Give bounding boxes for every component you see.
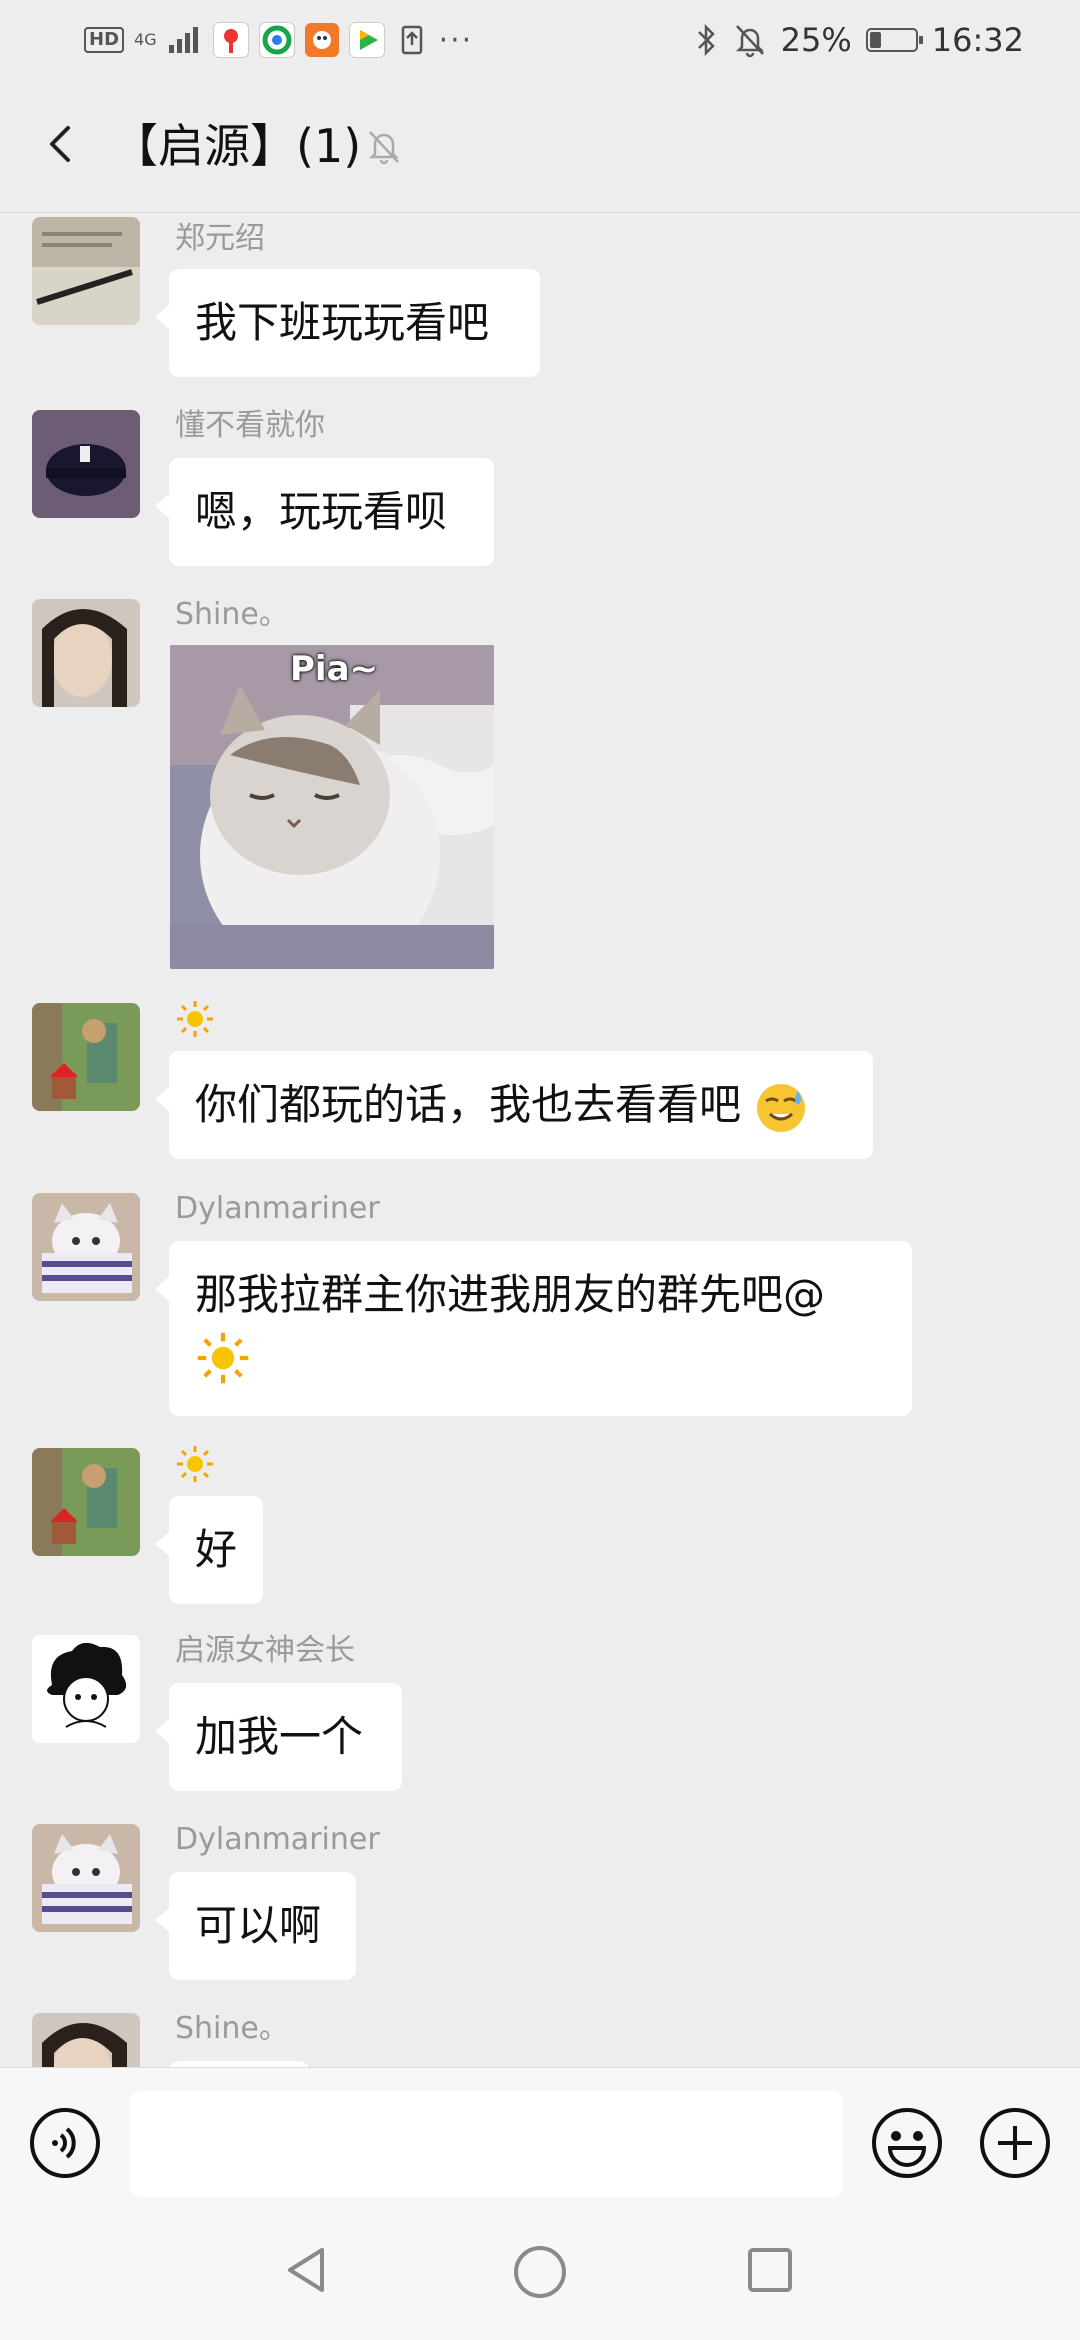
- status-left: HD 4G ···: [84, 20, 473, 60]
- message-bubble[interactable]: 我下班玩玩看吧: [155, 269, 540, 377]
- avatar[interactable]: [32, 1448, 140, 1556]
- triangle-back-icon[interactable]: [282, 2244, 334, 2296]
- hd-badge: HD: [84, 27, 125, 53]
- status-bar: HD 4G ··· 25% 16:32: [0, 0, 1080, 80]
- message-bubble[interactable]: 加我一个: [155, 1683, 402, 1791]
- more-notifications-icon: ···: [438, 22, 474, 58]
- voice-icon[interactable]: [28, 2106, 102, 2180]
- sender-name: 启源女神会长: [175, 1633, 355, 1668]
- message-text: 我下班玩玩看吧: [195, 298, 490, 347]
- chat-header: 【启源】(1): [0, 80, 1080, 213]
- game-app-icon: [304, 23, 339, 57]
- video-app-icon: [348, 22, 385, 58]
- square-recent-icon[interactable]: [746, 2246, 794, 2294]
- battery-icon: [865, 28, 923, 52]
- maps-app-icon: [212, 22, 249, 58]
- chevron-left-icon[interactable]: [32, 114, 92, 174]
- sticker-caption: Pia~: [290, 649, 379, 689]
- sender-name: Shine。: [175, 2011, 289, 2046]
- circle-home-icon[interactable]: [512, 2244, 568, 2300]
- bell-off-icon: [368, 131, 400, 165]
- chat-title[interactable]: 【启源】(1): [112, 116, 361, 176]
- bluetooth-icon: [697, 23, 715, 57]
- message-text: 好: [195, 1525, 238, 1574]
- avatar[interactable]: [32, 599, 140, 707]
- sender-name: Dylanmariner: [175, 1191, 380, 1226]
- message-text: 嗯，玩玩看呗: [195, 487, 448, 536]
- avatar[interactable]: [32, 410, 140, 518]
- message-bubble[interactable]: 你们都玩的话，我也去看看吧: [155, 1051, 873, 1159]
- message-text: 你们都玩的话，我也去看看吧: [195, 1080, 742, 1129]
- sweat-smile-emoji-icon: [757, 1083, 806, 1132]
- message-bubble[interactable]: 那我拉群主你进我朋友的群先吧@: [155, 1241, 912, 1416]
- sun-icon: [197, 1332, 249, 1383]
- browser-app-icon: [258, 22, 295, 58]
- input-bar: [0, 2067, 1080, 2205]
- message-text: 加我一个: [195, 1712, 364, 1761]
- message-bubble[interactable]: 嗯，玩玩看呗: [155, 458, 494, 566]
- avatar[interactable]: [32, 1193, 140, 1301]
- avatar[interactable]: [32, 217, 140, 325]
- avatar[interactable]: [32, 1003, 140, 1111]
- message-bubble[interactable]: 好: [155, 1496, 263, 1604]
- silent-bell-icon: [735, 25, 764, 58]
- message-input[interactable]: [130, 2091, 842, 2197]
- sender-name: 懂不看就你: [175, 408, 325, 443]
- message-list[interactable]: 郑元绍 我下班玩玩看吧 懂不看就你 嗯，玩玩看呗 Shine。 Pia~ 你们都…: [0, 213, 1080, 2067]
- network-badge: 4G: [134, 30, 157, 49]
- avatar[interactable]: [32, 1824, 140, 1932]
- sender-name: 郑元绍: [175, 221, 265, 256]
- avatar[interactable]: [32, 1635, 140, 1743]
- smiley-icon[interactable]: [870, 2106, 944, 2180]
- message-text: 那我拉群主你进我朋友的群先吧@: [195, 1270, 826, 1319]
- system-nav-bar: [0, 2204, 1080, 2340]
- sender-name: Dylanmariner: [175, 1822, 380, 1857]
- sticker-image[interactable]: Pia~: [170, 645, 494, 969]
- clock: 16:32: [931, 21, 1024, 59]
- signal-icon: [168, 27, 198, 53]
- battery-percent: 25%: [780, 21, 852, 59]
- avatar[interactable]: [32, 2013, 140, 2067]
- upload-icon: [395, 23, 429, 57]
- message-text: 可以啊: [195, 1901, 322, 1950]
- sun-icon: [177, 1446, 213, 1482]
- sender-name: Shine。: [175, 597, 289, 632]
- sun-icon: [177, 1001, 213, 1037]
- message-bubble[interactable]: 可以啊: [155, 1872, 356, 1980]
- status-right: 25% 16:32: [695, 20, 1024, 60]
- plus-circle-icon[interactable]: [978, 2106, 1052, 2180]
